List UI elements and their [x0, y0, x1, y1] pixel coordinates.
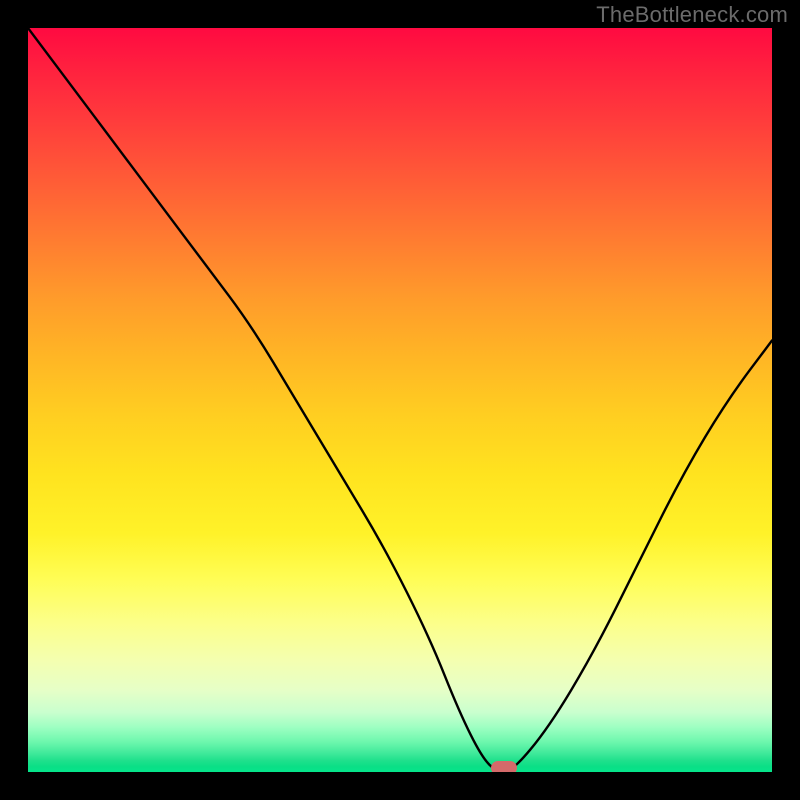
plot-area [28, 28, 772, 772]
watermark-text: TheBottleneck.com [596, 2, 788, 28]
bottleneck-curve [28, 28, 772, 772]
chart-frame: TheBottleneck.com [0, 0, 800, 800]
optimal-marker [491, 761, 517, 772]
